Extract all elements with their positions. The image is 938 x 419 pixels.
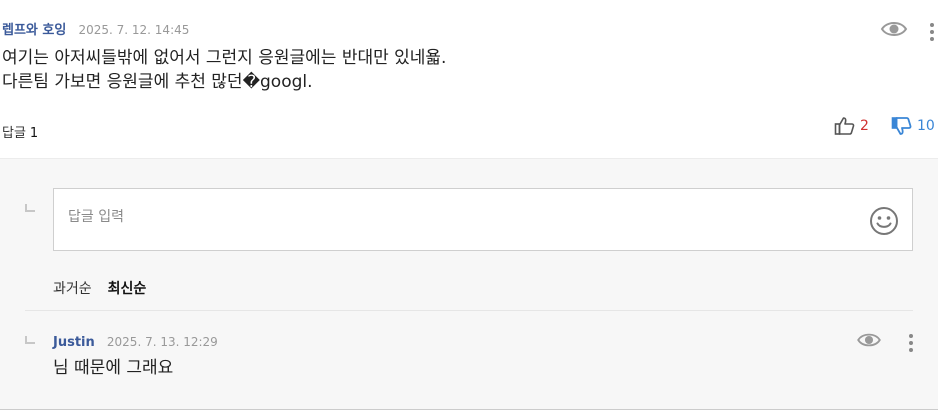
reply-label: 답글 (2, 126, 26, 141)
dislike-button[interactable]: 10 (891, 116, 935, 136)
eye-icon[interactable] (856, 331, 882, 353)
bottom-border (0, 409, 938, 410)
reply-input[interactable] (68, 209, 828, 225)
reply-author[interactable]: Justin (53, 335, 95, 350)
like-count: 2 (860, 118, 869, 134)
reply-section: 과거순 최신순 Justin 2025. 7. 13. 12:29 님 때문에 … (0, 158, 938, 409)
sort-newest[interactable]: 최신순 (108, 278, 147, 298)
comment-line: 여기는 아저씨들밖에 없어서 그런지 응원글에는 반대만 있네욟. (2, 48, 447, 68)
reply-indent-icon (25, 336, 35, 344)
comment: 렙프와 호잉 2025. 7. 12. 14:45 여기는 아저씨들밖에 없어서… (0, 0, 938, 158)
sort-oldest[interactable]: 과거순 (53, 278, 92, 298)
reply-date: 2025. 7. 13. 12:29 (106, 335, 218, 349)
thumbs-down-icon (891, 117, 912, 135)
comment-author[interactable]: 렙프와 호잉 (2, 23, 66, 38)
reply-body: 님 때문에 그래요 (53, 358, 174, 378)
dislike-count: 10 (917, 118, 935, 134)
comment-date: 2025. 7. 12. 14:45 (78, 23, 190, 37)
sort-options: 과거순 최신순 (53, 278, 146, 298)
smiley-icon[interactable] (869, 206, 899, 236)
comment-body: 여기는 아저씨들밖에 없어서 그런지 응원글에는 반대만 있네욟. 다른팀 가보… (2, 46, 446, 94)
reply-indent-icon (25, 204, 35, 212)
reply-count: 1 (29, 126, 39, 141)
eye-icon[interactable] (880, 19, 908, 43)
reply-input-box[interactable] (53, 188, 913, 251)
divider (25, 310, 913, 311)
thumbs-up-icon (834, 117, 855, 135)
reply-meta: Justin 2025. 7. 13. 12:29 (53, 334, 218, 351)
comment-meta: 렙프와 호잉 2025. 7. 12. 14:45 (2, 22, 189, 39)
more-vertical-icon[interactable] (930, 23, 934, 44)
like-button[interactable]: 2 (834, 116, 869, 136)
comment-line: 다른팀 가보면 응원글에 추천 많던�googl. (2, 72, 313, 92)
reply-toggle[interactable]: 답글 1 (2, 122, 38, 141)
more-vertical-icon[interactable] (909, 334, 913, 355)
